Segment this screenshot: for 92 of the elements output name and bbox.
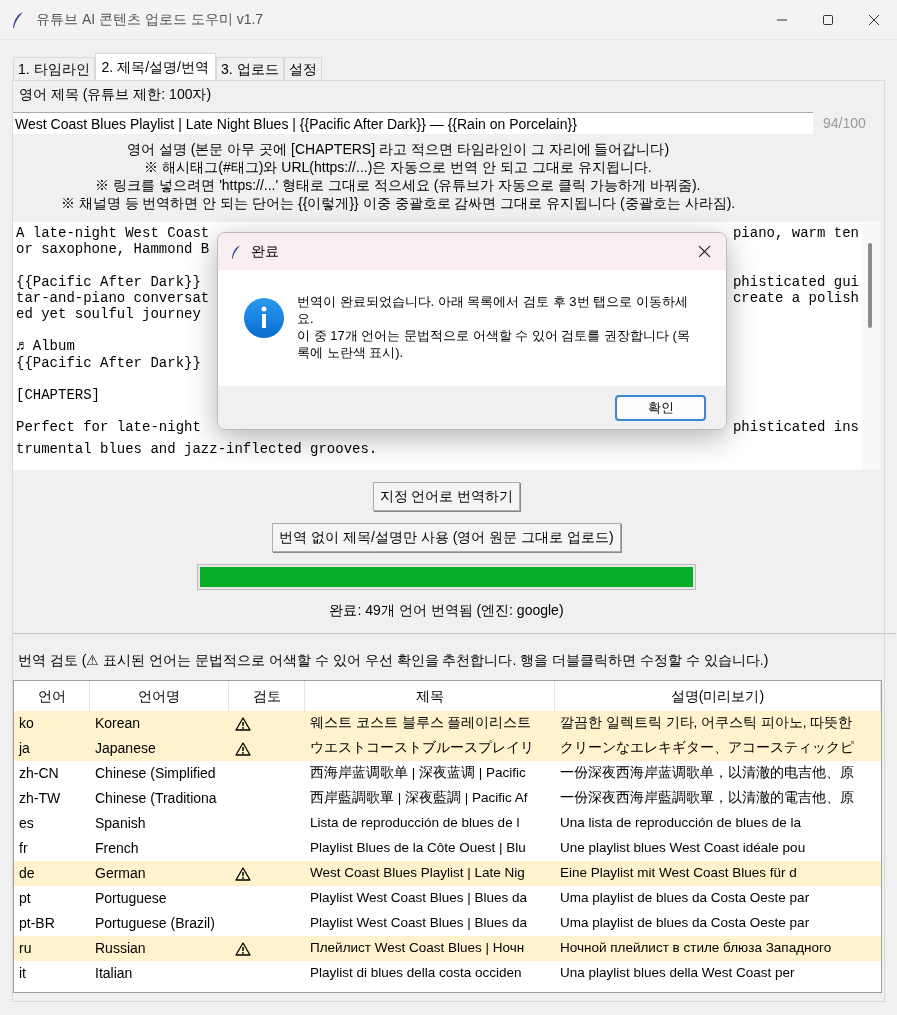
table-cell-text: Uma playlist de blues da Costa Oeste par (560, 889, 810, 908)
table-cell-text: Russian (95, 939, 146, 958)
description-line: phisticated gui (732, 273, 859, 290)
table-cell-text: 깔끔한 일렉트릭 기타, 어쿠스틱 피아노, 따뜻한 (560, 714, 853, 733)
window-title: 유튜브 AI 콘텐츠 업로드 도우미 v1.7 (36, 10, 264, 29)
title-field[interactable]: West Coast Blues Playlist | Late Night Blues | {{Pacific After Dark}} — {{Rain on Porcelain}} (13, 112, 813, 134)
table-row[interactable]: ja Japanese ウエストコーストブルースプレイリ クリーンなエレキギター、アコースティックピ (14, 736, 881, 761)
table-cell-text: Japanese (95, 739, 156, 758)
description-line: or saxophone, Hammond B (16, 241, 210, 258)
table-cell-text: zh-TW (19, 789, 61, 808)
dialog-message: 번역이 완료되었습니다. 아래 목록에서 검토 후 3번 탭으로 이동하세요. 이 중 17개 언어는 문법적으로 어색할 수 있어 검토를 권장합니다 (목록에 노란색 표시). (297, 293, 691, 362)
table-cell-text: Playlist West Coast Blues | Blues da (310, 889, 528, 908)
table-cell-text: Eine Playlist mit West Coast Blues für d (560, 864, 797, 883)
table-cell-text: Uma playlist de blues da Costa Oeste par (560, 914, 810, 933)
warning-icon (235, 716, 251, 731)
table-cell-text: German (95, 864, 146, 883)
hint-text: 영어 설명 (본문 아무 곳에 [CHAPTERS] 라고 적으면 타임라인이 그 자리에 들어갑니다) (126, 140, 670, 158)
table-cell-text: Chinese (Traditiona (95, 789, 217, 808)
table-cell-text: ko (19, 714, 34, 733)
description-line: [CHAPTERS] (16, 386, 100, 404)
table-cell-text: Korean (95, 714, 141, 733)
table-cell-text: 웨스트 코스트 블루스 플레이리스트 (310, 714, 532, 733)
table-cell-text: Spanish (95, 814, 146, 833)
table-cell-text: zh-CN (19, 764, 59, 783)
warning-icon (235, 866, 251, 881)
table-cell-text: Lista de reproducción de blues de l (310, 814, 520, 833)
table-cell-text: Una playlist blues della West Coast per (560, 964, 795, 983)
warning-icon (235, 741, 251, 756)
close-icon (697, 245, 711, 258)
table-cell-text: Italian (95, 964, 133, 983)
tab[interactable]: 2. 제목/설명/번역 (94, 53, 216, 80)
table-cell-text: fr (19, 839, 28, 858)
tab[interactable]: 1. 타임라인 (13, 57, 95, 80)
description-line: trumental blues and jazz-inflected grooves. (16, 441, 378, 458)
table-cell-text: de (19, 864, 35, 883)
description-line: Perfect for late-night (16, 419, 201, 436)
dialog-title: 완료 (251, 242, 279, 261)
tab[interactable]: 3. 업로드 (215, 57, 284, 80)
description-line: A late-night West Coast (16, 225, 210, 242)
table-row[interactable]: ko Korean 웨스트 코스트 블루스 플레이리스트 깔끔한 일렉트릭 기타, 어쿠스틱 피아노, 따뜻한 (14, 711, 881, 736)
table-cell-text: 西海岸蓝调歌单 | 深夜蓝调 | Pacific (310, 764, 526, 783)
tab[interactable]: 설정 (283, 57, 322, 80)
hint-text: ※ 해시태그(#태그)와 URL(https://...)은 자동으로 번역 안 되고 그대로 유지됩니다. (144, 158, 652, 176)
status-text: 완료: 49개 언어 번역됨 (엔진: google) (329, 601, 564, 620)
table-cell-text: ru (19, 939, 32, 958)
description-line: {{Pacific After Dark}} (16, 273, 201, 290)
table-cell-text: Chinese (Simplified (95, 764, 216, 783)
description-line: ed yet soulful journey (16, 305, 201, 323)
table-cell-text: 一份深夜西海岸藍調歌單，以清澈的電吉他、原 (560, 789, 854, 808)
scrollbar[interactable] (862, 222, 880, 470)
description-line: ♬ Album (16, 338, 75, 355)
table-cell-text: Playlist di blues della costa occiden (310, 964, 522, 983)
table-row[interactable]: ru Russian Плейлист West Coast Blues | Ночн Ночной плейлист в стиле блюза Западного (14, 936, 881, 961)
character-counter: 94/100 (823, 113, 866, 133)
hint-text: ※ 링크를 넣으려면 'https://...' 형태로 그대로 적으세요 (유튜브가 자동으로 클릭 가능하게 바꿔줌). (95, 176, 701, 194)
table-cell-text: West Coast Blues Playlist | Late Nig (310, 864, 525, 883)
table-cell-text: es (19, 814, 34, 833)
table-cell-text: it (19, 964, 26, 983)
table-cell-text: Portuguese (95, 889, 167, 908)
feather-icon (231, 243, 241, 260)
description-line: create a polish (732, 289, 859, 306)
warning-icon (235, 941, 251, 956)
review-label: 번역 검토 (⚠ 표시된 언어는 문법적으로 어색할 수 있어 우선 확인을 추천합니다. 행을 더블클릭하면 수정할 수 있습니다.) (18, 651, 770, 670)
description-line: tar-and-piano conversat (16, 289, 210, 306)
table-cell-text: ウエストコーストブルースプレイリ (310, 739, 534, 758)
ok-button[interactable]: 확인 (615, 394, 706, 421)
description-line: {{Pacific After Dark}} (16, 354, 201, 371)
action-button[interactable]: 지정 언어로 번역하기 (372, 482, 521, 511)
feather-icon (12, 10, 24, 29)
description-line: piano, warm ten (732, 225, 859, 242)
table-cell-text: 一份深夜西海岸蓝调歌单，以清澈的电吉他、原 (560, 764, 854, 783)
close-icon (868, 13, 880, 26)
table-cell-text: pt (19, 889, 31, 908)
table-cell-text: Playlist West Coast Blues | Blues da (310, 914, 528, 933)
hint-text: ※ 채널명 등 번역하면 안 되는 단어는 {{이렇게}} 이중 중괄호로 감싸면 그대로 유지됩니다 (중괄호는 사라짐). (60, 194, 736, 212)
table-cell-text: Playlist Blues de la Côte Ouest | Blu (310, 839, 526, 858)
table-cell-text: Плейлист West Coast Blues | Ночн (310, 939, 525, 958)
table-cell-text: Una lista de reproducción de blues de la (560, 814, 801, 833)
table-cell-text: 西岸藍調歌單 | 深夜藍調 | Pacific Af (310, 789, 528, 808)
table-cell-text: pt-BR (19, 914, 55, 933)
table-cell-text: French (95, 839, 139, 858)
table-cell-text: Portuguese (Brazil) (95, 914, 215, 933)
table-cell-text: Une playlist blues West Coast idéale pou (560, 839, 806, 858)
table-cell-text: クリーンなエレキギター、アコースティックピ (560, 739, 854, 758)
table-cell-text: ja (19, 739, 30, 758)
maximize-icon (822, 13, 834, 26)
table-cell-text: Ночной плейлист в стиле блюза Западного (560, 939, 832, 958)
table-row[interactable]: de German West Coast Blues Playlist | Late Nig Eine Playlist mit West Coast Blues für d (14, 861, 881, 886)
action-button[interactable]: 번역 없이 제목/설명만 사용 (영어 원문 그대로 업로드) (272, 523, 621, 552)
description-line: phisticated ins (732, 419, 859, 436)
field-label: 영어 제목 (유튜브 제한: 100자) (19, 85, 213, 104)
info-icon (243, 297, 285, 339)
